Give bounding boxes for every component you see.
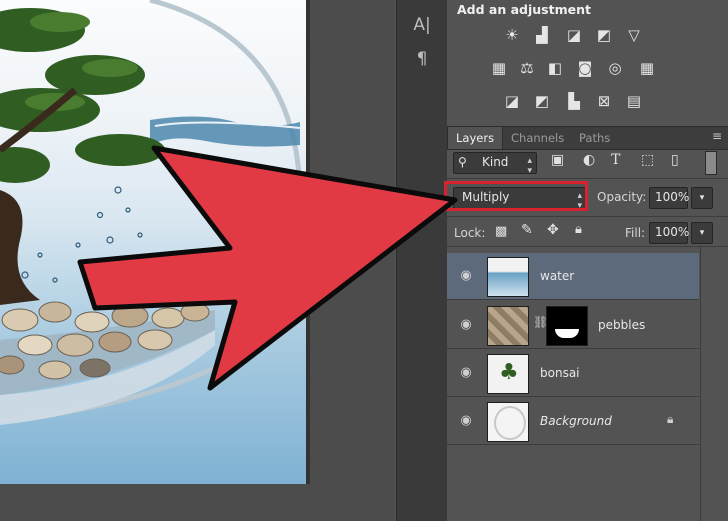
annotation-arrow — [0, 0, 728, 521]
red-arrow-shape — [80, 148, 455, 388]
